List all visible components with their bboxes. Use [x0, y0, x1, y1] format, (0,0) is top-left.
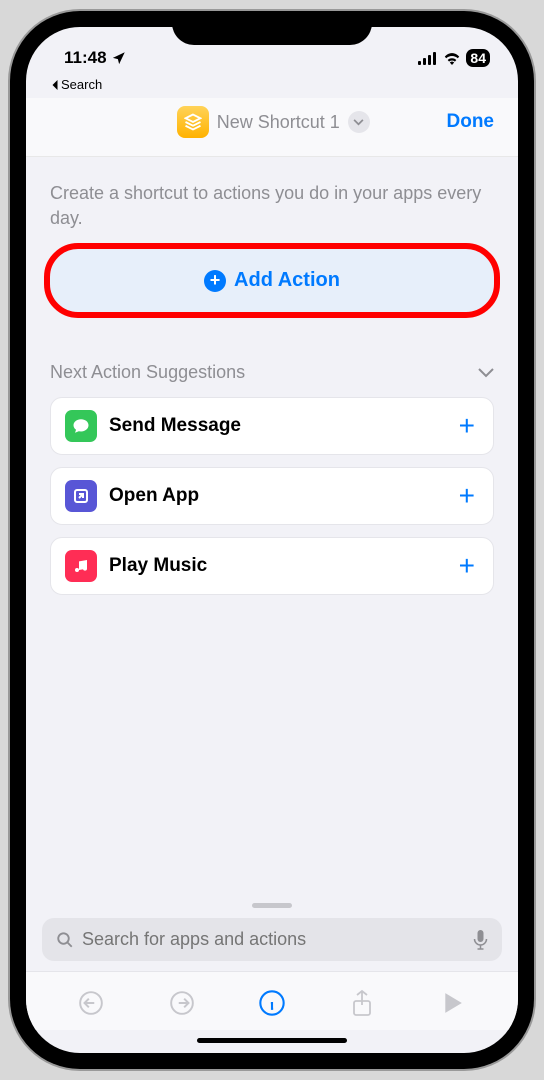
search-bar[interactable] [42, 918, 502, 961]
toolbar [26, 971, 518, 1030]
back-chevron-icon [50, 79, 59, 91]
chevron-down-icon [478, 368, 494, 378]
location-icon [111, 51, 126, 66]
info-icon [258, 989, 286, 1017]
back-label: Search [61, 77, 102, 92]
phone-frame: 11:48 84 Search New Shortcut 1 [10, 11, 534, 1069]
suggestion-label: Send Message [109, 415, 443, 437]
suggestions-title: Next Action Suggestions [50, 362, 245, 383]
sheet-grabber[interactable] [252, 903, 292, 908]
search-input[interactable] [82, 929, 465, 950]
wifi-icon [443, 52, 461, 65]
cellular-icon [418, 52, 438, 65]
title-dropdown[interactable] [348, 111, 370, 133]
suggestion-item[interactable]: Play Music + [50, 537, 494, 595]
mic-icon[interactable] [473, 930, 488, 950]
chevron-down-icon [353, 119, 364, 126]
play-icon [443, 992, 463, 1014]
add-suggestion-button[interactable]: + [455, 480, 479, 512]
status-time: 11:48 [64, 48, 107, 68]
messages-app-icon [65, 410, 97, 442]
add-action-button[interactable]: + Add Action [50, 249, 494, 312]
music-app-icon [65, 550, 97, 582]
shortcut-app-icon [177, 106, 209, 138]
undo-icon [78, 990, 104, 1016]
open-app-icon [65, 480, 97, 512]
nav-bar: New Shortcut 1 Done [26, 98, 518, 157]
add-suggestion-button[interactable]: + [455, 410, 479, 442]
instruction-text: Create a shortcut to actions you do in y… [50, 181, 494, 231]
redo-button[interactable] [163, 984, 201, 1022]
suggestions-header[interactable]: Next Action Suggestions [50, 362, 494, 383]
suggestion-item[interactable]: Send Message + [50, 397, 494, 455]
plus-circle-icon: + [204, 270, 226, 292]
phone-screen: 11:48 84 Search New Shortcut 1 [26, 27, 518, 1053]
search-icon [56, 931, 74, 949]
suggestion-item[interactable]: Open App + [50, 467, 494, 525]
home-indicator[interactable] [197, 1038, 347, 1043]
undo-button[interactable] [72, 984, 110, 1022]
redo-icon [169, 990, 195, 1016]
share-icon [350, 989, 374, 1017]
suggestion-label: Play Music [109, 555, 443, 577]
add-suggestion-button[interactable]: + [455, 550, 479, 582]
suggestion-label: Open App [109, 485, 443, 507]
add-action-label: Add Action [234, 269, 340, 292]
back-button[interactable]: Search [26, 75, 518, 98]
share-button[interactable] [343, 984, 381, 1022]
notch [172, 11, 372, 45]
battery-level: 84 [466, 49, 490, 67]
done-button[interactable]: Done [447, 111, 495, 133]
run-button[interactable] [434, 984, 472, 1022]
info-button[interactable] [253, 984, 291, 1022]
page-title[interactable]: New Shortcut 1 [217, 112, 340, 133]
